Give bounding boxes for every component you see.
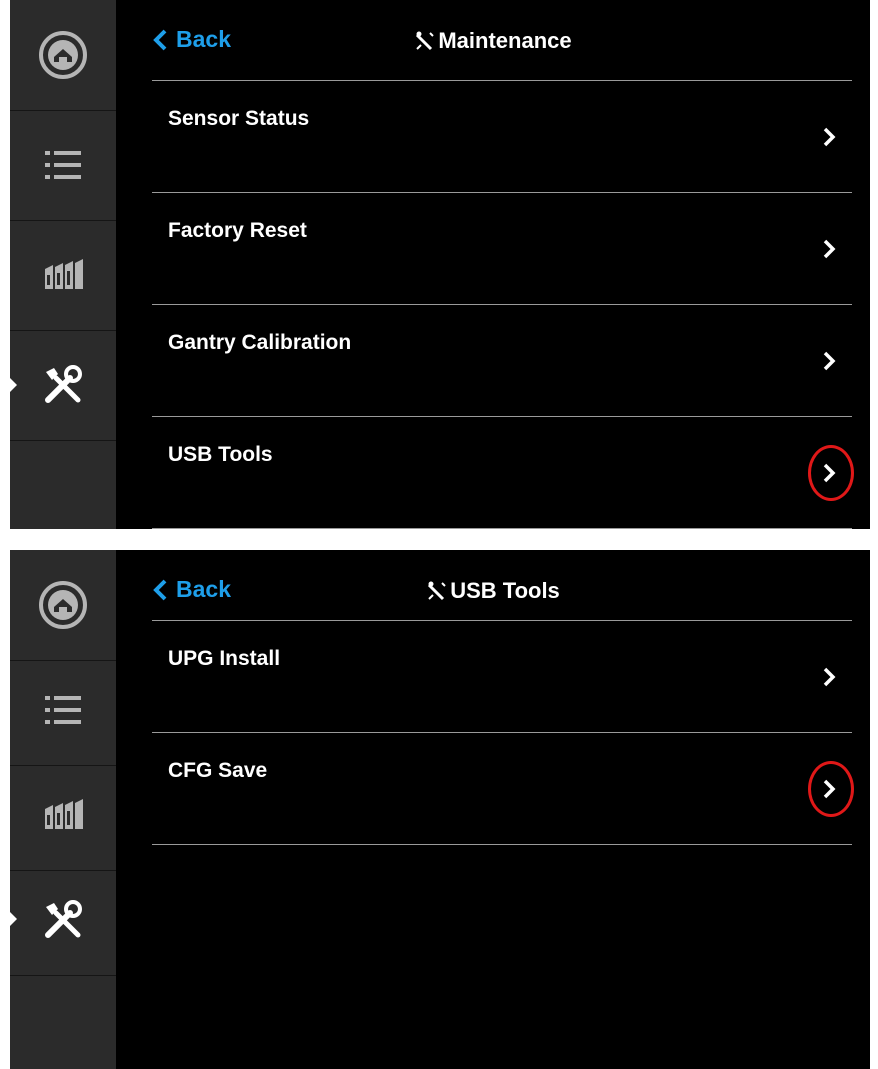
list-item[interactable]: CFG Save [152,732,854,845]
sidebar-item-tools[interactable] [10,865,116,976]
menu-list: UPG Install CFG Save [152,620,854,845]
list-item-label: Gantry Calibration [168,331,352,354]
sidebar-item-list[interactable] [10,110,116,221]
sidebar-item-tools[interactable] [10,330,116,441]
tools-icon [45,365,82,403]
maintenance-screen: Back Maintenance Sensor Status Factory R… [10,0,870,529]
list-item[interactable]: USB Tools [152,416,854,529]
list-icon [45,151,81,179]
selected-indicator [10,912,17,926]
tools-icon [45,900,82,938]
list-item-label: UPG Install [168,647,281,670]
sidebar-item-home[interactable] [10,0,116,111]
list-item-label: Factory Reset [168,219,307,242]
page-title-text: Maintenance [438,28,572,53]
sidebar [10,0,116,529]
sidebar-item-cartridges[interactable] [10,220,116,331]
highlight-circle [808,761,854,817]
list-item[interactable]: UPG Install [152,620,852,732]
menu-list: Sensor Status Factory Reset Gantry Calib… [152,80,854,529]
page-title: USB Tools [116,578,870,604]
sidebar [10,550,116,1069]
cartridges-icon [45,799,83,829]
cartridges-icon [45,259,83,289]
header: Back Maintenance [116,0,870,78]
selected-indicator [10,378,17,392]
usb-tools-screen: Back USB Tools UPG Install CFG Save [10,550,870,1069]
page-title: Maintenance [116,28,870,54]
wrench-icon [428,581,446,601]
list-item-label: CFG Save [168,759,268,782]
chevron-right-icon [823,667,836,687]
sidebar-item-cartridges[interactable] [10,760,116,871]
list-item-label: Sensor Status [168,107,310,130]
list-item[interactable]: Gantry Calibration [152,304,852,416]
list-icon [45,696,81,724]
page-title-text: USB Tools [450,578,560,603]
list-item[interactable]: Factory Reset [152,192,852,304]
home-icon [39,31,87,79]
chevron-right-icon [823,239,836,259]
home-icon [39,581,87,629]
list-item[interactable]: Sensor Status [152,80,852,192]
sidebar-item-list[interactable] [10,655,116,766]
sidebar-item-home[interactable] [10,550,116,661]
wrench-icon [416,31,435,51]
chevron-right-icon [823,351,836,371]
header: Back USB Tools [116,550,870,628]
chevron-right-icon [823,127,836,147]
highlight-circle [808,445,854,501]
list-item-label: USB Tools [168,443,273,466]
